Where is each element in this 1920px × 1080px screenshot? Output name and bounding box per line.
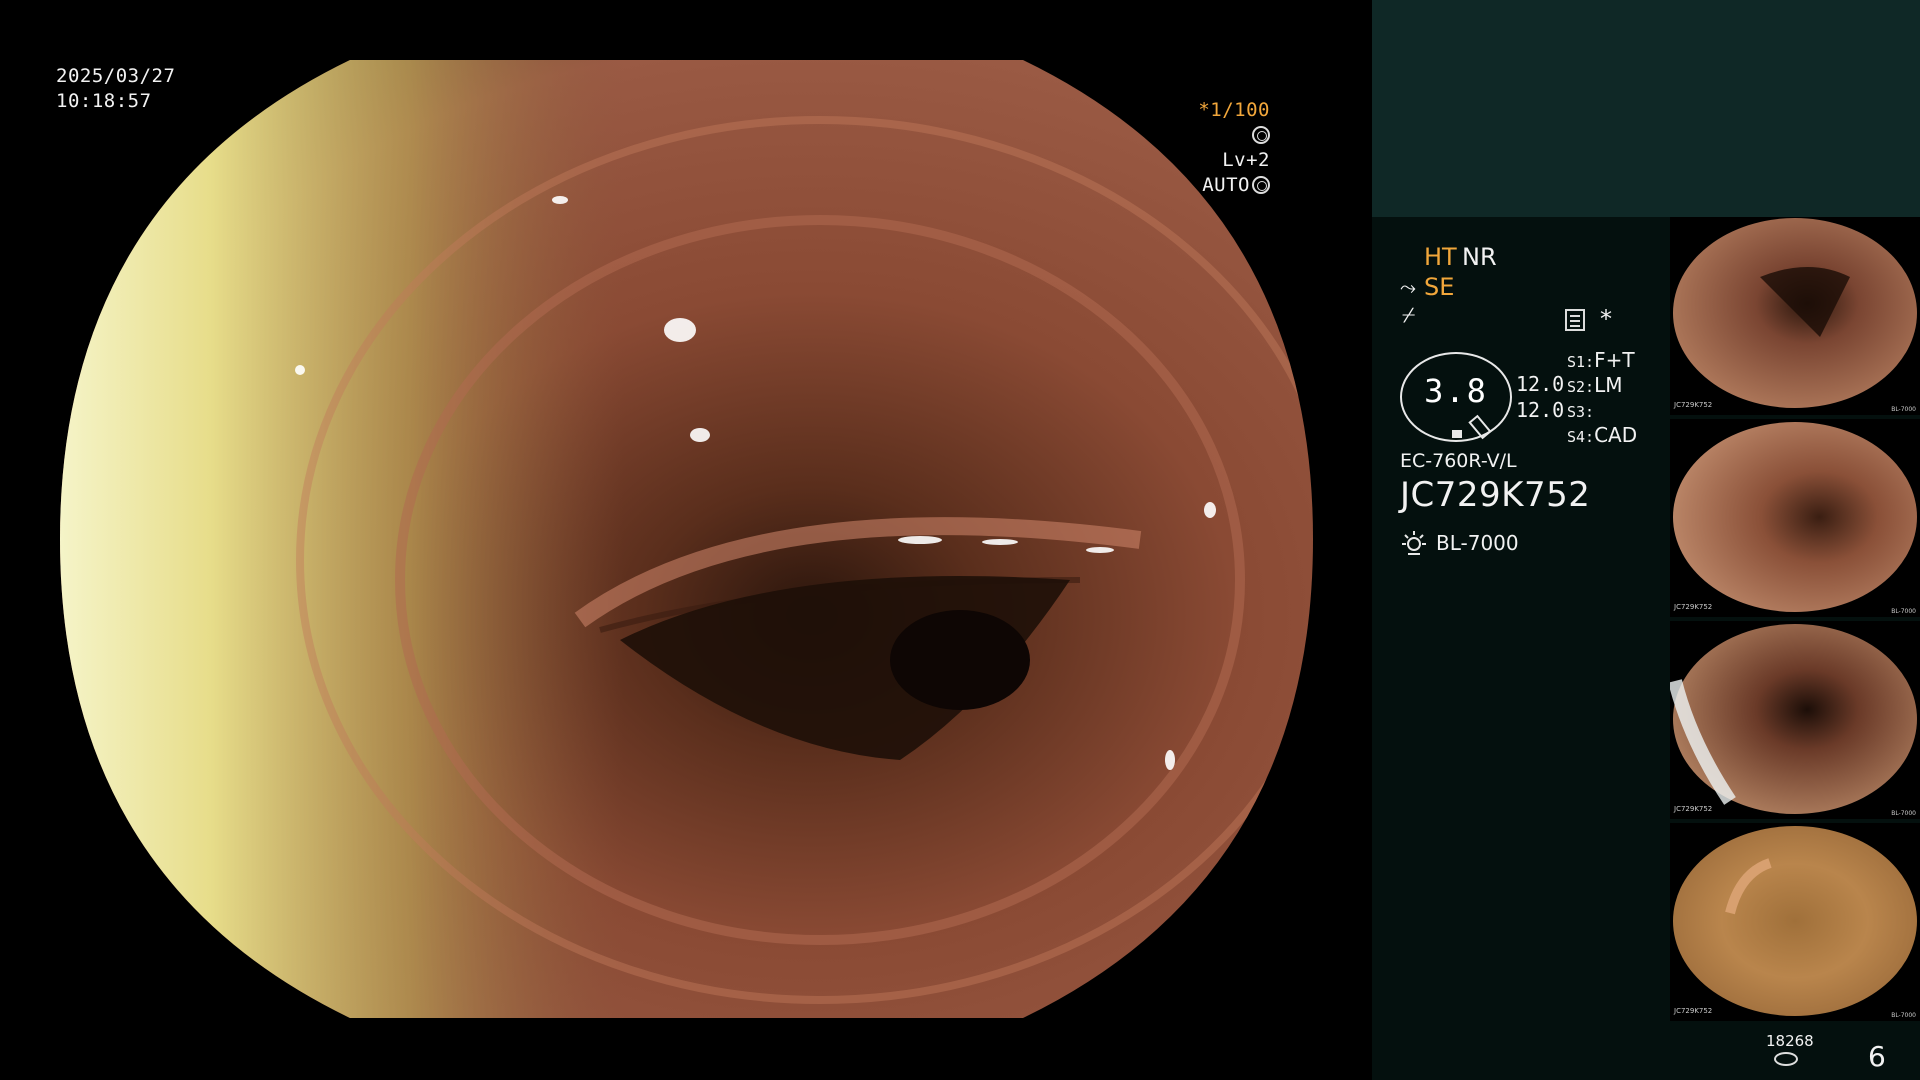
switch-label: S4:	[1567, 428, 1595, 446]
info-side-panel: HT NR ⤳ SE ⌿ * 3.8 12.0 12.0 S1:F+T S2:L…	[1372, 0, 1920, 1080]
date-text: 2025/03/27	[56, 65, 176, 87]
switch-s1: S1:F+T	[1567, 348, 1635, 372]
switch-label: S1:	[1567, 353, 1595, 371]
zoom-gauge: 3.8	[1400, 352, 1512, 442]
thumbnail-strip: JC729K752 BL-7000 JC729K752 BL-7000 JC72…	[1670, 217, 1920, 1025]
image-count: 18268	[1766, 1032, 1814, 1050]
mode-se-label: SE	[1424, 273, 1455, 301]
thumbnail-serial: JC729K752	[1674, 603, 1713, 611]
scope-info-panel: HT NR ⤳ SE ⌿ * 3.8 12.0 12.0 S1:F+T S2:L…	[1372, 217, 1670, 1080]
thumbnail-2[interactable]: JC729K752 BL-7000	[1670, 419, 1920, 617]
thumbnail-1[interactable]: JC729K752 BL-7000	[1670, 217, 1920, 415]
switch-s2: S2:LM	[1567, 373, 1623, 397]
star-indicator: *	[1600, 305, 1612, 333]
record-list-icon	[1565, 309, 1585, 331]
color-enhance-icon: ⌿	[1402, 303, 1416, 328]
thumbnail-3[interactable]: JC729K752 BL-7000	[1670, 621, 1920, 819]
switch-s4: S4:CAD	[1567, 423, 1637, 447]
mode-nr-label: NR	[1462, 243, 1497, 271]
gauge-mark-icon	[1452, 430, 1462, 438]
light-source-model: BL-7000	[1436, 531, 1519, 555]
shutter-icon	[1252, 126, 1270, 144]
thumbnail-serial: JC729K752	[1674, 401, 1713, 409]
exposure-overlay: *1/100 Lv+2 AUTO	[1180, 98, 1322, 198]
switch-label: S3:	[1567, 403, 1595, 421]
setting-value-1: 12.0	[1516, 372, 1565, 396]
scope-model: EC-760R-V/L	[1400, 450, 1517, 472]
datetime-overlay: 2025/03/27 10:18:57	[56, 64, 175, 114]
thumbnail-4[interactable]: JC729K752 BL-7000	[1670, 823, 1920, 1021]
switch-value: LM	[1594, 373, 1623, 397]
switch-s3: S3:	[1567, 398, 1594, 422]
gauge-value: 3.8	[1424, 372, 1488, 410]
scope-serial: JC729K752	[1400, 475, 1591, 515]
switch-label: S2:	[1567, 378, 1595, 396]
thumbnail-source: BL-7000	[1891, 406, 1916, 413]
capture-number: 6	[1868, 1040, 1886, 1073]
switch-value: CAD	[1594, 423, 1638, 447]
time-text: 10:18:57	[56, 90, 152, 112]
switch-value: F+T	[1594, 348, 1635, 372]
mode-ht-label: HT	[1424, 243, 1457, 271]
thumbnail-source: BL-7000	[1891, 810, 1916, 817]
storage-icon	[1774, 1052, 1798, 1066]
shutter-text: *1/100	[1198, 99, 1270, 121]
thumbnail-source: BL-7000	[1891, 1012, 1916, 1019]
gauge-lever-icon	[1468, 414, 1492, 440]
setting-value-2: 12.0	[1516, 398, 1565, 422]
panel-header-area	[1372, 0, 1920, 217]
endoscope-main-view: 2025/03/27 10:18:57 *1/100 Lv+2 AUTO	[0, 0, 1372, 1080]
structure-enhance-icon: ⤳	[1400, 275, 1416, 299]
iris-icon	[1252, 176, 1270, 194]
light-source-icon	[1402, 531, 1426, 555]
thumbnail-serial: JC729K752	[1674, 1007, 1713, 1015]
thumbnail-serial: JC729K752	[1674, 805, 1713, 813]
thumbnail-source: BL-7000	[1891, 608, 1916, 615]
endoscopic-image	[60, 60, 1313, 1018]
